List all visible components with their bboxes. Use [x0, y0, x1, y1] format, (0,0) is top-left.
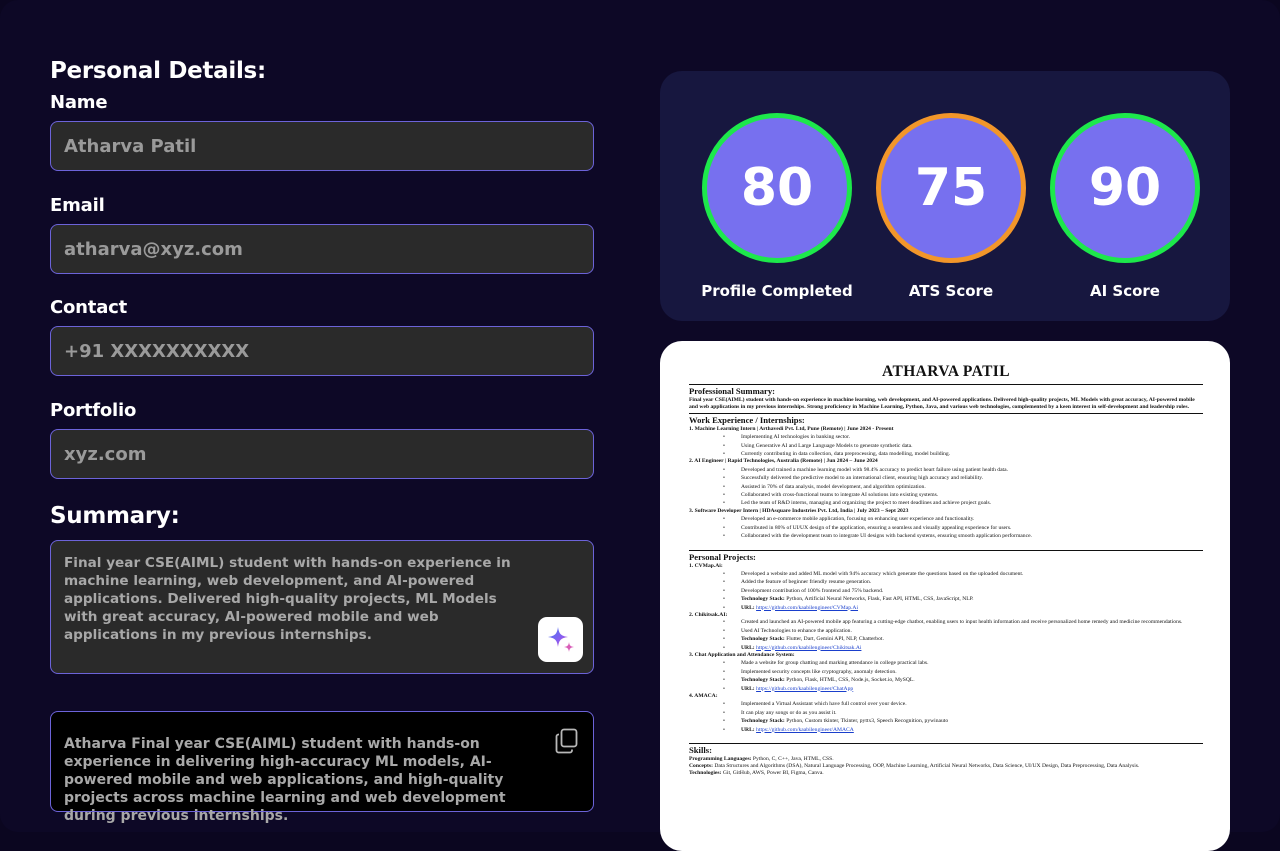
list-item: Led the team of R&D interns, managing an… — [723, 499, 1203, 508]
resume-name: ATHARVA PATIL — [882, 363, 1010, 380]
portfolio-label: Portfolio — [50, 400, 137, 421]
list-item: Developed a website and added ML model w… — [723, 570, 1203, 579]
list-item: Used AI Technologies to enhance the appl… — [723, 627, 1203, 636]
ats-score: 75 ATS Score — [871, 113, 1031, 300]
resume-skills-heading: Skills: — [689, 745, 712, 756]
contact-label: Contact — [50, 297, 128, 318]
list-item: Collaborated with the development team t… — [723, 532, 1203, 541]
list-item: URL: https://github.com/kaabilengineer/C… — [723, 685, 1203, 694]
portfolio-input[interactable] — [50, 429, 594, 479]
resume-project: 2. Chikitsak.AI: Created and launched an… — [689, 612, 1203, 652]
list-item: Implemented a Virtual Assistant which ha… — [723, 700, 1203, 709]
profile-score-circle: 80 — [702, 113, 852, 263]
generated-summary-box: Atharva Final year CSE(AIML) student wit… — [50, 711, 594, 824]
resume-project: 4. AMACA: Implemented a Virtual Assistan… — [689, 693, 1203, 734]
resume-summary-text: Final year CSE(AIML) student with hands-… — [689, 397, 1195, 410]
generated-summary-text: Atharva Final year CSE(AIML) student wit… — [64, 736, 506, 824]
resume-job: 2. AI Engineer | Rapid Technologies, Aus… — [689, 458, 1203, 508]
project-title: 3. Chat Application and Attendance Syste… — [689, 651, 795, 658]
skills-row: Programming Languages: Python, C, C++, J… — [689, 756, 834, 763]
list-item: Implemented security concepts like crypt… — [723, 668, 1203, 677]
list-item: Technology Stack: Python, Custom tkinter… — [723, 717, 1203, 726]
profile-score-label: Profile Completed — [701, 282, 853, 300]
list-item: Using Generative AI and Large Language M… — [723, 442, 1203, 451]
summary-text[interactable]: Final year CSE(AIML) student with hands-… — [64, 554, 519, 644]
list-item: Currently contributing in data collectio… — [723, 450, 1203, 459]
job-title: 2. AI Engineer | Rapid Technologies, Aus… — [689, 458, 878, 465]
list-item: Developed an e-commerce mobile applicati… — [723, 515, 1203, 524]
ai-score: 90 AI Score — [1045, 113, 1205, 300]
divider — [689, 549, 1203, 551]
resume-project: 1. CVMap.Ai: Developed a website and add… — [689, 562, 1203, 613]
contact-input[interactable] — [50, 326, 594, 376]
divider — [689, 743, 1203, 745]
name-input[interactable] — [50, 121, 594, 171]
ai-score-circle: 90 — [1050, 113, 1200, 263]
project-title: 1. CVMap.Ai: — [689, 562, 723, 569]
personal-details-title: Personal Details: — [50, 58, 266, 84]
ats-score-circle: 75 — [876, 113, 1026, 263]
list-item: Assisted in 70% of data analysis, model … — [723, 483, 1203, 492]
summary-title: Summary: — [50, 503, 180, 529]
resume-job: 1. Machine Learning Intern | Arthavedi P… — [689, 426, 1203, 459]
job-title: 1. Machine Learning Intern | Arthavedi P… — [689, 425, 894, 432]
personal-details-panel: Personal Details: Name Email Contact Por… — [50, 58, 594, 674]
list-item: Added the feature of beginner friendly r… — [723, 578, 1203, 587]
project-link[interactable]: https://github.com/kaabilengineer/CVMap.… — [756, 605, 858, 611]
list-item: URL: https://github.com/kaabilengineer/C… — [723, 644, 1203, 653]
ats-score-label: ATS Score — [908, 282, 994, 300]
list-item: Successfully delivered the predictive mo… — [723, 474, 1203, 483]
list-item: It can play any songs or do as you assis… — [723, 709, 1203, 718]
list-item: Collaborated with cross-functional teams… — [723, 491, 1203, 500]
project-link[interactable]: https://github.com/kaabilengineer/Chikit… — [756, 645, 861, 651]
list-item: Implementing AI technologies in banking … — [723, 433, 1203, 442]
list-item: Created and launched an AI-powered mobil… — [723, 619, 1203, 627]
list-item: URL: https://github.com/kaabilengineer/A… — [723, 726, 1203, 735]
project-link[interactable]: https://github.com/kaabilengineer/AMACA — [756, 727, 854, 733]
list-item: Technology Stack: Python, Flask, HTML, C… — [723, 676, 1203, 685]
resume-projects-heading: Personal Projects: — [689, 551, 756, 562]
list-item: Development contribution of 100% fronten… — [723, 587, 1203, 596]
copy-icon[interactable] — [555, 728, 579, 754]
job-title: 3. Software Developer Intern | HDAsquare… — [689, 507, 909, 514]
email-input[interactable] — [50, 224, 594, 274]
resume-preview[interactable]: ATHARVA PATIL Professional Summary: Fina… — [660, 341, 1230, 851]
summary-textarea[interactable]: Final year CSE(AIML) student with hands-… — [50, 540, 594, 674]
ai-enhance-button[interactable] — [538, 617, 583, 662]
list-item: URL: https://github.com/kaabilengineer/C… — [723, 604, 1203, 613]
resume-work-heading: Work Experience / Internships: — [689, 414, 805, 425]
list-item: Contributed in 80% of UI/UX design of th… — [723, 524, 1203, 533]
email-label: Email — [50, 195, 105, 216]
project-link[interactable]: https://github.com/kaabilengineer/ChatAp… — [756, 686, 853, 692]
ai-score-label: AI Score — [1090, 282, 1160, 300]
divider — [689, 412, 1203, 414]
project-title: 4. AMACA: — [689, 693, 718, 699]
skills-row: Technologies: Git, GitHub, AWS, Power BI… — [689, 769, 824, 776]
list-item: Technology Stack: Python, Artificial Neu… — [723, 595, 1203, 604]
divider — [689, 384, 1203, 385]
sparkle-icon — [547, 626, 574, 652]
list-item: Made a website for group chatting and ma… — [723, 659, 1203, 668]
resume-project: 3. Chat Application and Attendance Syste… — [689, 652, 1203, 693]
list-item: Developed and trained a machine learning… — [723, 466, 1203, 475]
list-item: Technology Stack: Flutter, Dart, Gemini … — [723, 635, 1203, 644]
resume-summary-heading: Professional Summary: — [689, 386, 776, 396]
profile-score: 80 Profile Completed — [697, 113, 857, 300]
skills-row: Concepts: Data Structures and Algorithms… — [689, 762, 1140, 769]
resume-job: 3. Software Developer Intern | HDAsquare… — [689, 508, 1203, 541]
scores-panel: 80 Profile Completed 75 ATS Score 90 AI … — [660, 71, 1230, 321]
name-label: Name — [50, 92, 108, 113]
